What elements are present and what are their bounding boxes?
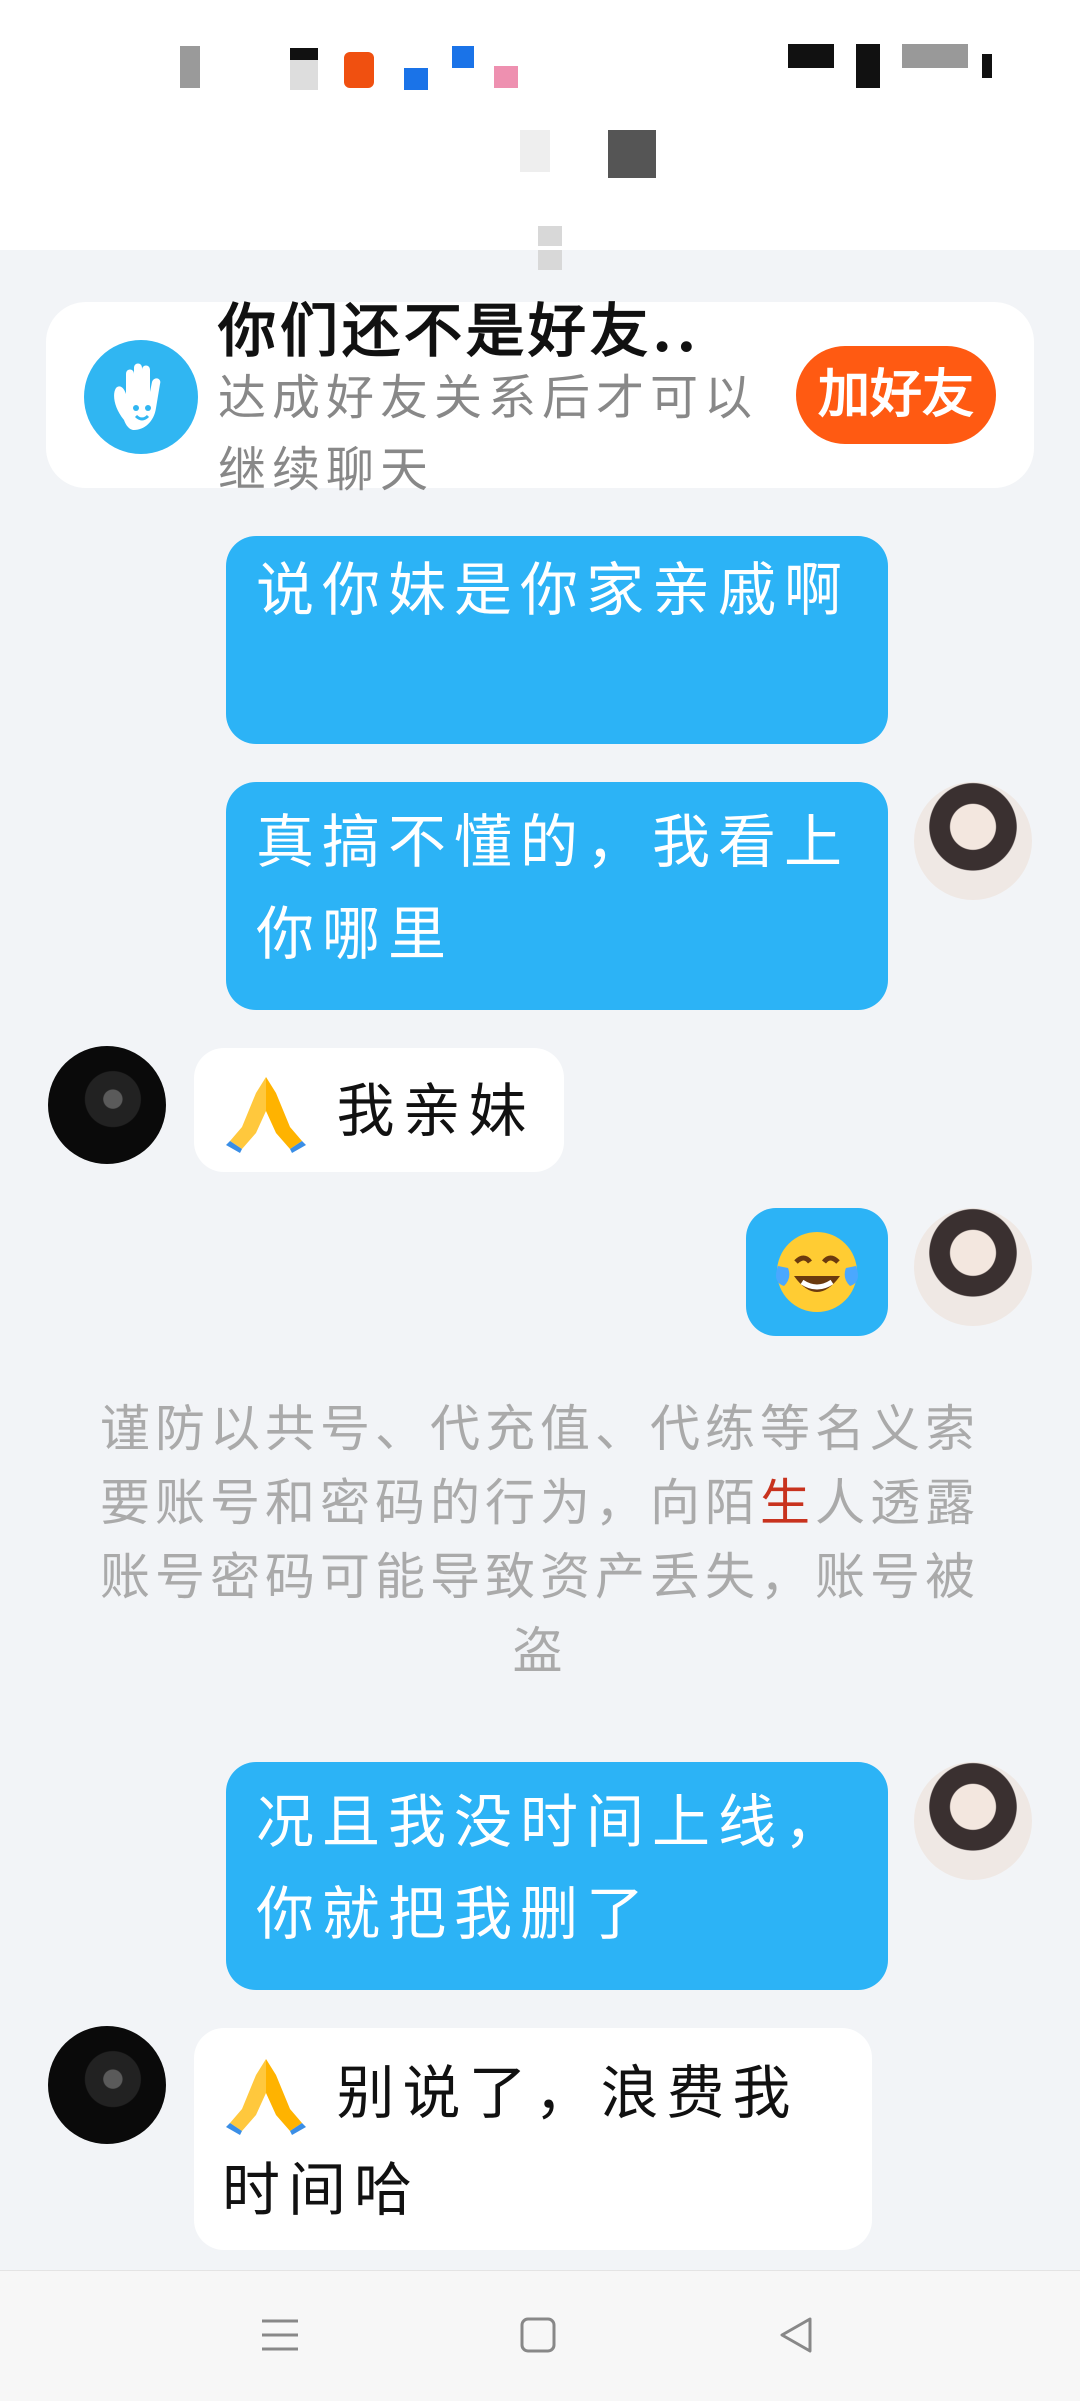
message-text: 真搞不懂的，我看上你哪里 [256,808,851,968]
message-bubble-outgoing[interactable]: 真搞不懂的，我看上你哪里 [226,782,888,1010]
message-text: 况且我没时间上线，你就把我删了 [256,1788,851,1948]
notice-title: 你们还不是好友.. [218,297,701,365]
avatar-self[interactable] [914,1762,1032,1880]
status-bar-redacted [180,46,200,88]
message-bubble-incoming[interactable]: 别说了，浪费我时间哈 [194,2028,872,2250]
notice-description: 达成好友关系后才可以继续聊天 [218,370,759,498]
folded-hands-icon [226,1076,306,1153]
avatar-contact[interactable] [48,1046,166,1164]
message-bubble-outgoing[interactable] [746,1208,888,1336]
message-bubble-outgoing[interactable]: 况且我没时间上线，你就把我删了 [226,1762,888,1990]
add-friend-button[interactable]: 加好友 [796,346,996,444]
chat-subtitle-redacted [538,226,608,270]
waving-hand-icon [84,340,198,454]
chat-header [0,0,1080,270]
folded-hands-icon [226,2058,306,2135]
tears-of-joy-icon [776,1232,858,1312]
avatar-self[interactable] [914,782,1032,900]
menu-icon[interactable] [260,2315,300,2355]
message-text: 我亲妹 [336,1076,535,1145]
avatar-self[interactable] [914,1208,1032,1326]
back-triangle-icon[interactable] [776,2315,816,2355]
avatar-contact[interactable] [48,2026,166,2144]
message-text: 说你妹是你家亲戚啊 [256,556,851,624]
home-square-icon[interactable] [518,2315,558,2355]
chat-title-redacted [520,130,550,172]
message-bubble-outgoing[interactable]: 说你妹是你家亲戚啊 [226,536,888,744]
security-warning-text: 谨防以共号、代充值、代练等名义索要账号和密码的行为，向陌生人透露账号密码可能导致… [100,1400,980,1680]
system-navigation-bar [0,2270,1080,2401]
message-bubble-incoming[interactable]: 我亲妹 [194,1048,564,1172]
